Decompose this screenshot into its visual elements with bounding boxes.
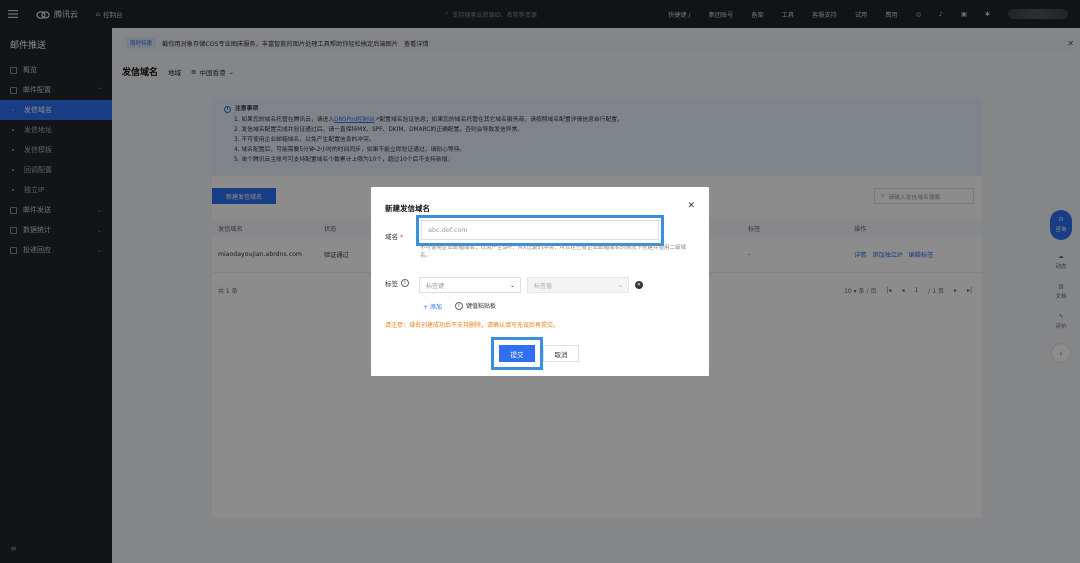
submit-highlight: 提交: [491, 337, 543, 370]
required-mark: *: [400, 233, 404, 241]
domain-input[interactable]: abc.def.com: [421, 220, 659, 240]
tag-key-select[interactable]: 标签键 ⌄: [419, 277, 521, 293]
tag-value-placeholder: 标签值: [534, 282, 553, 290]
domain-input-placeholder: abc.def.com: [428, 226, 468, 234]
chevron-down-icon: ⌄: [509, 281, 515, 289]
tag-key-placeholder: 标签键: [426, 282, 445, 290]
domain-input-highlight: abc.def.com: [416, 215, 664, 246]
chevron-down-icon: ⌄: [617, 281, 623, 289]
info-icon[interactable]: i: [401, 279, 409, 287]
info-icon: i: [455, 301, 463, 310]
tag-field-label: 标签 i: [385, 278, 409, 288]
submit-button[interactable]: 提交: [499, 345, 535, 362]
warning-text: 请注意：域名创建成功后不支持删除，请确认填写无误后再提交。: [385, 322, 560, 329]
remove-tag-icon[interactable]: ✕: [635, 281, 643, 289]
paste-board-button[interactable]: i 键值粘贴板: [455, 301, 496, 310]
close-icon[interactable]: ✕: [687, 201, 695, 211]
tag-label-text: 标签: [385, 280, 398, 288]
add-tag-button[interactable]: + 添加: [423, 302, 442, 311]
domain-field-label: 域名 *: [385, 231, 403, 241]
create-domain-dialog: 新建发信域名 ✕ 域名 * abc.def.com 不可使用企业邮箱域名，以免产…: [371, 187, 709, 376]
tag-value-select[interactable]: 标签值 ⌄: [527, 277, 629, 293]
domain-hint: 不可使用企业邮箱域名，以免产生SPF、MX记录的冲突，可以在已有企业邮箱域名的情…: [420, 245, 686, 259]
cancel-button[interactable]: 取消: [543, 345, 579, 362]
paste-board-label: 键值粘贴板: [466, 303, 497, 310]
domain-label-text: 域名: [385, 233, 398, 241]
dialog-title: 新建发信域名: [385, 204, 430, 213]
